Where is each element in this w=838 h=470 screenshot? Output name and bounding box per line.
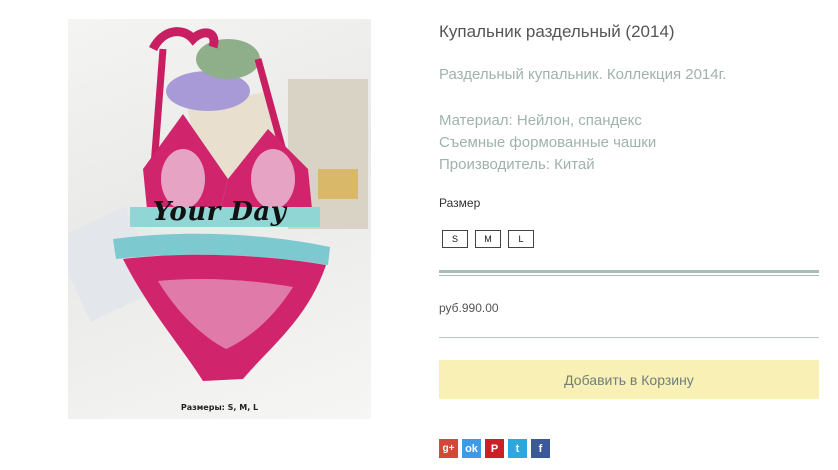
green-leaves (196, 39, 260, 79)
spec-cups: Съемные формованные чашки (439, 134, 657, 151)
product-title: Купальник раздельный (2014) (439, 22, 675, 41)
size-option-s[interactable]: S (442, 230, 468, 248)
divider (439, 337, 819, 338)
pinterest-icon[interactable]: P (485, 439, 504, 458)
divider-double (439, 270, 819, 276)
share-bar: g+ ok P t f (439, 439, 550, 458)
size-options: S M L (442, 230, 534, 248)
product-subtitle: Раздельный купальник. Коллекция 2014г. (439, 66, 727, 83)
product-price: руб.990.00 (439, 301, 499, 315)
product-specs: Материал: Нейлон, спандекс Съемные формо… (439, 110, 656, 176)
gold-prop (318, 169, 358, 199)
size-option-l[interactable]: L (508, 230, 534, 248)
spec-material: Материал: Нейлон, спандекс (439, 112, 642, 129)
product-image[interactable]: Your Day Размеры: S, M, L (68, 19, 371, 419)
twitter-icon[interactable]: t (508, 439, 527, 458)
size-option-m[interactable]: M (475, 230, 501, 248)
google-plus-icon[interactable]: g+ (439, 439, 458, 458)
facebook-icon[interactable]: f (531, 439, 550, 458)
image-sizes-caption: Размеры: S, M, L (180, 403, 259, 412)
add-to-cart-button[interactable]: Добавить в Корзину (439, 360, 819, 399)
brand-watermark: Your Day (152, 197, 287, 227)
size-label: Размер (439, 196, 481, 210)
odnoklassniki-icon[interactable]: ok (462, 439, 481, 458)
spec-manufacturer: Производитель: Китай (439, 156, 595, 173)
